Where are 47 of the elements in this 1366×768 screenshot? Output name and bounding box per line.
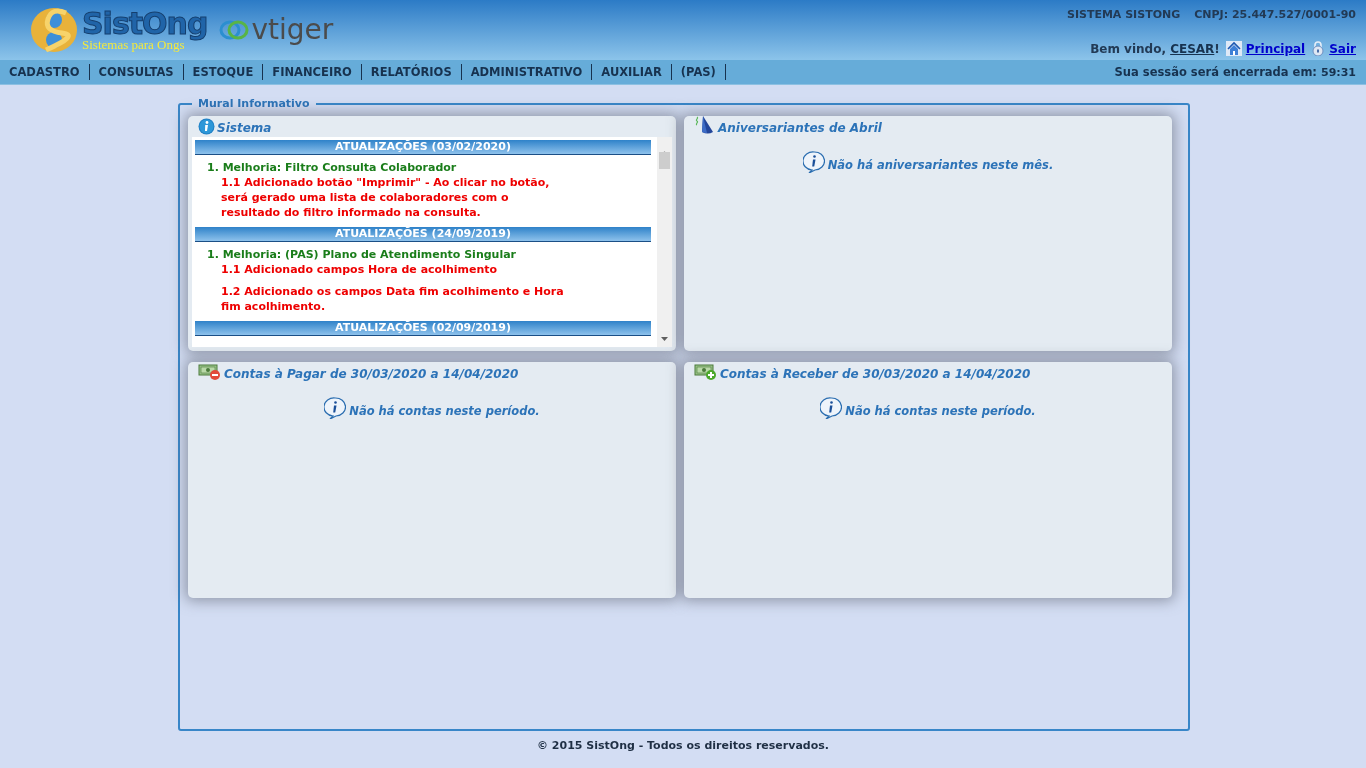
empty-message: Não há contas neste período.	[845, 404, 1036, 419]
panel-title: Aniversariantes de Abril	[718, 121, 882, 135]
update-detail: 1.2 Adicionado os campos Data fim acolhimento e Hora fim acolhimento.	[220, 284, 565, 315]
brand-name: SistOng	[82, 9, 208, 39]
empty-message: Não há aniversariantes neste mês.	[827, 158, 1054, 173]
party-hat-icon	[694, 115, 716, 135]
cloud-logo-icon	[219, 19, 250, 41]
panel-title: Contas à Pagar de 30/03/2020 a 14/04/2020	[224, 367, 519, 381]
session-timer-text: Sua sessão será encerrada em: 59:31	[1114, 65, 1356, 79]
house-icon	[1225, 41, 1242, 56]
money-minus-icon	[198, 363, 222, 381]
user-link[interactable]: CESAR	[1170, 42, 1215, 56]
info-bubble-icon	[802, 151, 825, 173]
welcome-text: Bem vindo, CESAR!	[1090, 42, 1220, 56]
menu-item[interactable]: (PAS)	[671, 64, 726, 80]
section-heading: ATUALIZAÇÕES (24/09/2019)	[195, 227, 651, 242]
menu-item[interactable]: AUXILIAR	[592, 64, 672, 80]
empty-message: Não há contas neste período.	[349, 404, 540, 419]
section-heading: ATUALIZAÇÕES (03/02/2020)	[195, 140, 651, 155]
section-heading: ATUALIZAÇÕES (02/09/2019)	[195, 321, 651, 336]
partner-name: vtiger	[251, 16, 334, 44]
menu-item[interactable]: ESTOQUE	[183, 64, 264, 80]
mural-title: Mural Informativo	[197, 97, 311, 110]
logo-icon	[30, 7, 78, 53]
update-title: 1. Melhoria: (PAS) Plano de Atendimento Singular	[206, 247, 518, 262]
menu-item[interactable]: RELATÓRIOS	[361, 64, 462, 80]
copyright-text: © 2015 SistOng - Todos os direitos reservados.	[537, 739, 829, 752]
update-title: 1. Melhoria: Filtro Consulta Colaborador	[206, 160, 458, 175]
money-plus-icon	[694, 363, 718, 381]
lock-icon	[1311, 41, 1326, 56]
logout-link[interactable]: Sair	[1329, 42, 1356, 56]
info-icon	[198, 118, 215, 135]
home-link[interactable]: Principal	[1245, 42, 1306, 56]
scrollbar[interactable]	[657, 137, 672, 347]
cnpj-text: CNPJ: 25.447.527/0001-90	[1194, 8, 1356, 21]
update-detail: 1.1 Adicionado campos Hora de acolhimento	[220, 262, 499, 278]
system-name: SISTEMA SISTONG	[1066, 8, 1181, 21]
update-detail: 1.1 Adicionado botão "Imprimir" - Ao clicar no botão, será gerado uma lista de colaboradores com o resultado do filtro informado na consulta.	[220, 175, 551, 221]
panel-title: Sistema	[217, 121, 272, 135]
menu-item[interactable]: FINANCEIRO	[263, 64, 362, 80]
menu-item[interactable]: CADASTRO	[0, 64, 90, 80]
info-bubble-icon	[324, 397, 347, 419]
panel-title: Contas à Receber de 30/03/2020 a 14/04/2020	[720, 367, 1031, 381]
menu-item[interactable]: CONSULTAS	[89, 64, 184, 80]
brand-tagline: Sistemas para Ongs	[82, 38, 185, 51]
menu-item[interactable]: ADMINISTRATIVO	[461, 64, 593, 80]
info-bubble-icon	[820, 397, 843, 419]
